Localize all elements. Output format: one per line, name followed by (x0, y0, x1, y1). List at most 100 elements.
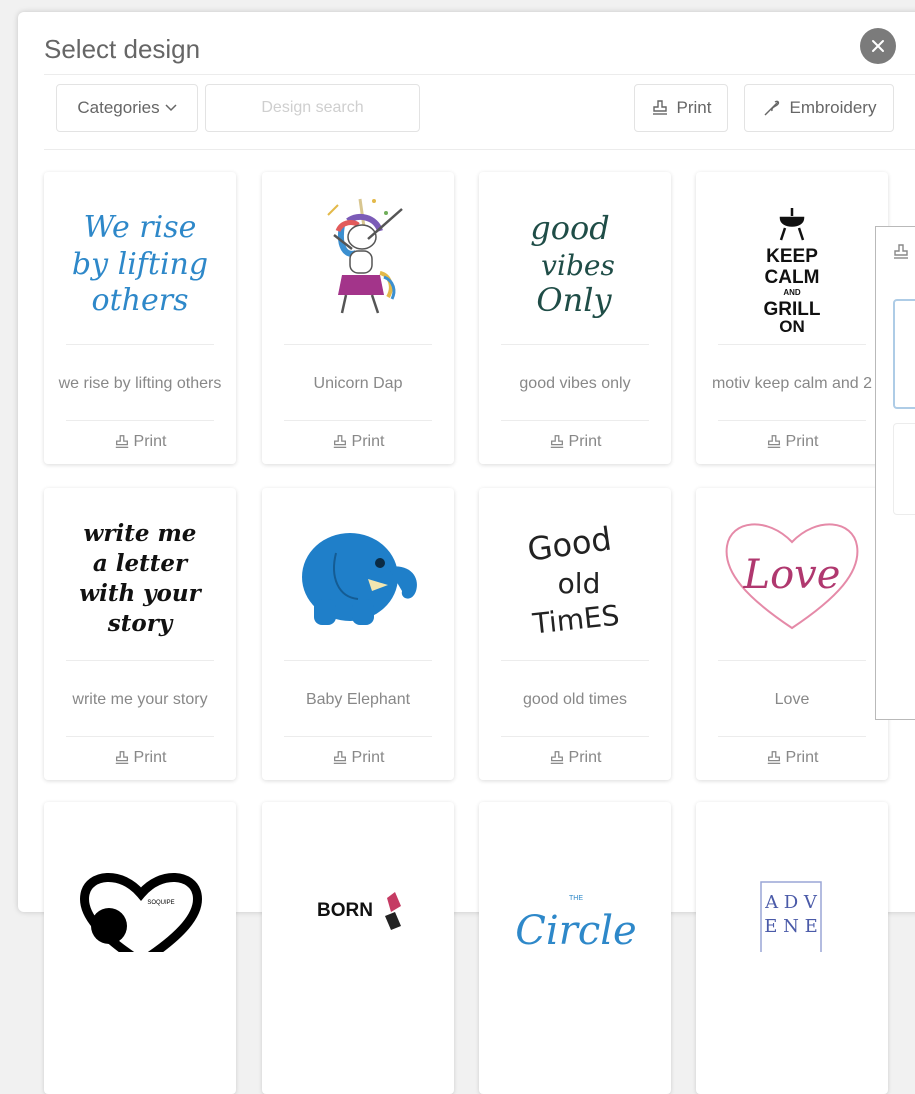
print-filter-button[interactable]: Print (634, 84, 728, 132)
design-thumbnail: THE Circle (479, 802, 671, 972)
print-filter-label: Print (676, 98, 712, 117)
design-title: good vibes only (519, 374, 631, 392)
art-line: E N E (764, 916, 817, 937)
close-button[interactable] (860, 28, 896, 64)
design-thumbnail: write me a letter with your story (44, 488, 236, 658)
design-card-good-old-times[interactable]: Good old TimES good old times Print (479, 488, 671, 780)
art-line: AND (783, 288, 801, 297)
stamp-icon (767, 435, 780, 448)
design-card-row3-1[interactable]: SOQUIPE (44, 802, 236, 1094)
stamp-icon (115, 751, 128, 764)
stamp-icon (767, 751, 780, 764)
card-divider (66, 420, 214, 421)
design-thumbnail: BORN (262, 802, 454, 972)
print-label: Print (785, 749, 819, 766)
design-title: Unicorn Dap (313, 374, 403, 392)
title-divider (44, 74, 915, 75)
toolbar-divider (44, 149, 915, 150)
design-thumbnail: SOQUIPE (44, 802, 236, 972)
side-panel-field[interactable] (893, 299, 915, 409)
card-divider (284, 420, 432, 421)
select-design-dialog: Select design Categories Print Embr (18, 12, 915, 1094)
design-card-we-rise[interactable]: We rise by lifting others we rise by lif… (44, 172, 236, 464)
embroidery-filter-label: Embroidery (789, 98, 877, 117)
card-divider (718, 660, 866, 661)
print-label: Print (785, 433, 819, 450)
design-title: motiv keep calm and 2 (711, 374, 873, 392)
print-action[interactable]: Print (44, 424, 236, 460)
print-action[interactable]: Print (262, 740, 454, 776)
art-line: with your (79, 580, 202, 607)
unicorn-illustration (327, 198, 403, 314)
stamp-icon (333, 435, 346, 448)
design-card-baby-elephant[interactable]: Baby Elephant Print (262, 488, 454, 780)
card-divider (501, 344, 649, 345)
art-line: others (92, 283, 189, 318)
stamp-icon (652, 100, 667, 115)
card-divider (718, 344, 866, 345)
design-card-keep-calm[interactable]: KEEP CALM AND GRILL ON motiv keep calm a… (696, 172, 888, 464)
print-label: Print (568, 433, 602, 450)
print-action[interactable]: Print (696, 740, 888, 776)
needle-icon (764, 100, 779, 116)
print-label: Print (351, 433, 385, 450)
design-title: Love (774, 690, 810, 708)
card-divider (284, 344, 432, 345)
art-line: SOQUIPE (147, 900, 174, 906)
print-action[interactable]: Print (262, 424, 454, 460)
print-label: Print (351, 749, 385, 766)
design-thumbnail: KEEP CALM AND GRILL ON (696, 172, 888, 342)
design-card-write-me[interactable]: write me a letter with your story write … (44, 488, 236, 780)
design-thumbnail: We rise by lifting others (44, 172, 236, 342)
design-thumbnail: Good old TimES (479, 488, 671, 658)
lipstick-icon (387, 892, 401, 912)
art-line: Love (743, 552, 841, 598)
print-label: Print (568, 749, 602, 766)
design-card-love[interactable]: Love Love Print (696, 488, 888, 780)
art-line: THE (569, 895, 583, 902)
design-thumbnail (262, 172, 454, 342)
card-divider (718, 420, 866, 421)
art-line: a letter (93, 550, 189, 577)
art-line: ON (779, 317, 805, 332)
design-card-unicorn-dap[interactable]: Unicorn Dap Print (262, 172, 454, 464)
stamp-icon (333, 751, 346, 764)
art-line: We rise (84, 210, 197, 245)
print-action[interactable]: Print (479, 740, 671, 776)
close-icon (872, 40, 884, 52)
embroidery-filter-button[interactable]: Embroidery (744, 84, 894, 132)
card-divider (66, 736, 214, 737)
chevron-down-icon (165, 104, 177, 112)
design-title: Baby Elephant (305, 690, 411, 708)
elephant-illustration (302, 533, 417, 625)
print-action[interactable]: Print (479, 424, 671, 460)
card-divider (501, 736, 649, 737)
design-search-input[interactable] (205, 84, 420, 132)
art-line: BORN (317, 900, 373, 921)
design-card-row3-2[interactable]: BORN (262, 802, 454, 1094)
grill-icon (779, 208, 805, 241)
art-line: vibes (541, 249, 615, 282)
categories-dropdown[interactable]: Categories (56, 84, 198, 132)
design-title: we rise by lifting others (58, 374, 222, 392)
design-card-row3-3[interactable]: THE Circle (479, 802, 671, 1094)
art-line: Circle (515, 908, 636, 952)
stamp-icon (550, 751, 563, 764)
art-line: old (558, 567, 601, 600)
design-thumbnail: good vibes Only (479, 172, 671, 342)
art-line: good (530, 209, 610, 247)
design-card-good-vibes-only[interactable]: good vibes Only good vibes only Print (479, 172, 671, 464)
design-title: write me your story (72, 690, 208, 708)
card-divider (66, 660, 214, 661)
design-thumbnail (262, 488, 454, 658)
card-divider (284, 660, 432, 661)
print-action[interactable]: Print (696, 424, 888, 460)
print-label: Print (133, 433, 167, 450)
print-label: Print (133, 749, 167, 766)
design-card-row3-4[interactable]: A D V E N E (696, 802, 888, 1094)
art-line: Good (525, 519, 614, 568)
art-line: KEEP (766, 246, 818, 267)
card-divider (501, 420, 649, 421)
card-divider (66, 344, 214, 345)
print-action[interactable]: Print (44, 740, 236, 776)
